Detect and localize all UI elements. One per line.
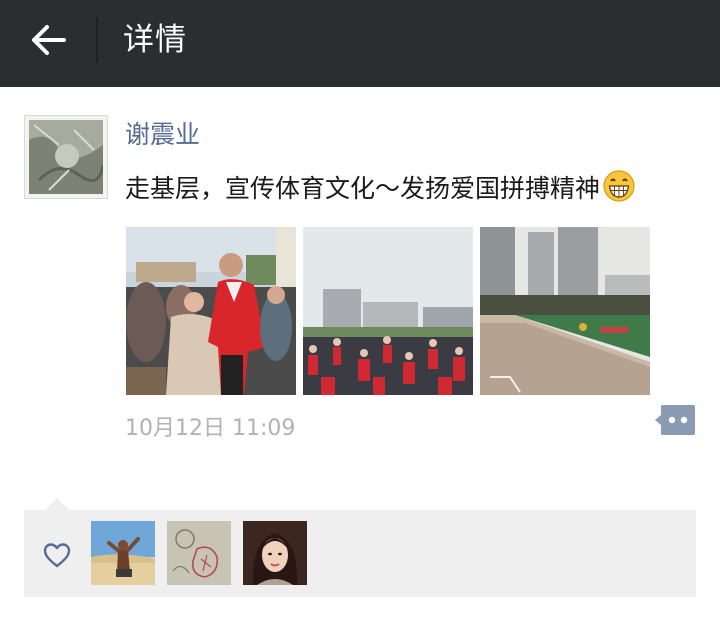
post-timestamp: 10月12日 11:09 xyxy=(125,416,296,441)
post-photo-2[interactable] xyxy=(303,227,473,395)
athlete-with-crowd-photo xyxy=(126,227,296,395)
comment-dots-icon xyxy=(655,405,695,435)
empty-sports-field-photo xyxy=(480,227,650,395)
top-bar: 详情 xyxy=(0,0,720,87)
liker-avatar-2[interactable] xyxy=(167,521,231,585)
liker-avatar-beach xyxy=(91,521,155,585)
author-name[interactable]: 谢震业 xyxy=(125,118,200,152)
header-divider xyxy=(96,17,98,63)
grinning-face-emoji xyxy=(603,170,635,202)
comment-like-menu-button[interactable] xyxy=(655,405,695,435)
avatar-image xyxy=(29,120,103,194)
arrow-left-icon xyxy=(32,25,66,55)
page-title: 详情 xyxy=(123,22,187,58)
liker-avatar-drawing xyxy=(167,521,231,585)
heart-outline-icon xyxy=(43,543,71,568)
author-avatar[interactable] xyxy=(24,115,108,199)
back-button[interactable] xyxy=(22,18,74,62)
liker-avatar-3[interactable] xyxy=(243,521,307,585)
post-text-content: 走基层，宣传体育文化～发扬爱国拼搏精神 xyxy=(125,174,601,203)
crowd-at-sports-field-photo xyxy=(303,227,473,395)
liker-avatar-1[interactable] xyxy=(91,521,155,585)
post-photo-1[interactable] xyxy=(126,227,296,395)
liker-avatar-woman xyxy=(243,521,307,585)
post-text: 走基层，宣传体育文化～发扬爱国拼搏精神 xyxy=(125,170,635,207)
post-photo-3[interactable] xyxy=(480,227,650,395)
